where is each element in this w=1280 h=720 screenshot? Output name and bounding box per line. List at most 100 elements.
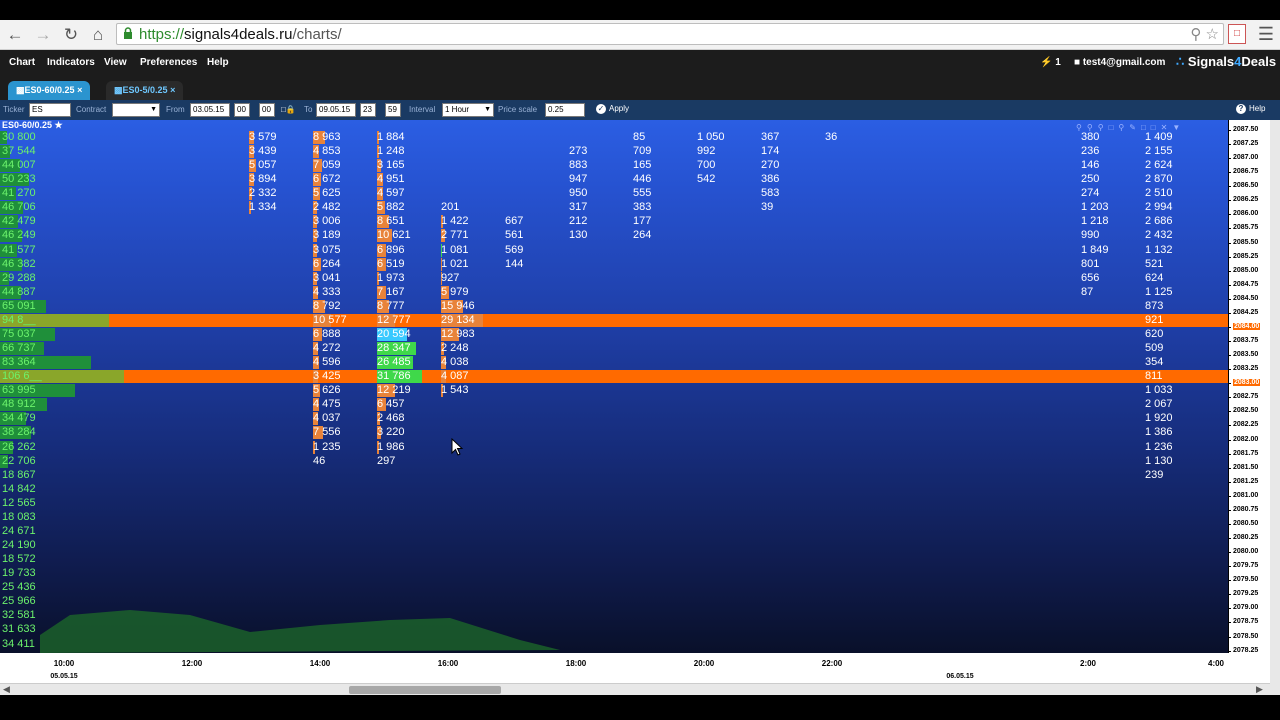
volume-profile-label: 48 912	[2, 398, 36, 411]
footprint-cell: 201	[441, 201, 459, 214]
footprint-cell: 583	[761, 187, 779, 200]
vertical-scrollbar[interactable]	[1270, 120, 1280, 695]
price-tick-label: 2081.50	[1227, 463, 1259, 471]
back-icon[interactable]: ←	[4, 24, 26, 46]
volume-profile-label: 25 436	[2, 581, 36, 594]
from-hour-input[interactable]: 00	[234, 103, 250, 117]
lock-icon	[124, 27, 132, 39]
chart-mini-toolbar[interactable]: ⚲⚲⚲□⚲✎□□✕▼	[1076, 123, 1185, 132]
price-tick-label: 2085.75	[1227, 224, 1259, 232]
reload-icon[interactable]: ↻	[60, 24, 82, 46]
footprint-cell: 297	[377, 455, 395, 468]
to-hour-input[interactable]: 23	[360, 103, 376, 117]
footprint-value: 4 596	[313, 356, 341, 369]
from-minute-input[interactable]: 00	[259, 103, 275, 117]
footprint-cell: 1 021	[441, 257, 469, 271]
footprint-cell: 1 884	[377, 131, 405, 144]
ticker-input[interactable]: ES	[29, 103, 71, 117]
apply-button[interactable]: ✓ Apply	[596, 104, 629, 114]
price-tick-label: 2082.00	[1227, 435, 1259, 443]
volume-profile-label: 22 706	[2, 454, 36, 467]
menu-chart[interactable]: Chart	[9, 57, 35, 68]
menu-indicators[interactable]: Indicators	[47, 57, 95, 68]
footprint-cell: 15 946	[441, 299, 475, 313]
volume-profile-label: 30 800	[2, 131, 36, 143]
footprint-cell: 1 125	[1145, 286, 1173, 299]
volume-profile-label: 18 867	[2, 468, 36, 481]
footprint-value: 201	[441, 201, 460, 214]
volume-profile-label: 31 633	[2, 623, 36, 636]
footprint-cell: 6 264	[313, 257, 341, 271]
footprint-cell: 8 792	[313, 299, 341, 313]
footprint-value: 1 021	[441, 257, 469, 270]
footprint-cell: 1 386	[1145, 426, 1173, 439]
close-tab-icon[interactable]: ×	[170, 85, 175, 95]
footprint-cell: 239	[1145, 469, 1163, 482]
price-tick-label: 2087.25	[1227, 140, 1259, 148]
volume-profile-label: 65 091	[2, 299, 36, 312]
tab-label: ES0-5/0.25	[122, 85, 168, 95]
to-minute-input[interactable]: 59	[385, 103, 401, 117]
forward-icon[interactable]: →	[32, 24, 54, 46]
from-date-input[interactable]: 03.05.15	[190, 103, 230, 117]
price-tick-label: 2078.50	[1227, 632, 1259, 640]
scroll-thumb[interactable]	[349, 686, 501, 694]
footprint-cell: 3 075	[313, 243, 341, 257]
signals4deals-logo: ∴ Signals4Deals	[1176, 54, 1276, 70]
footprint-cell: 1 236	[1145, 441, 1173, 454]
app-menubar: Chart Indicators View Preferences Help ⚡…	[0, 50, 1280, 78]
footprint-value: 1 334	[249, 201, 277, 214]
footprint-value: 1 386	[1145, 426, 1173, 439]
scroll-left-icon[interactable]: ◀	[3, 684, 10, 695]
price-scale-input[interactable]: 0.25	[545, 103, 585, 117]
tab-es-60[interactable]: ▩ES0-60/0.25 ×	[8, 81, 91, 100]
to-date-input[interactable]: 09.05.15	[316, 103, 356, 117]
lock-range-icon[interactable]: □🔒	[281, 105, 296, 114]
footprint-cell: 990	[1081, 229, 1099, 242]
footprint-cell: 1 422	[441, 215, 469, 229]
time-tick-label: 4:00	[1207, 659, 1225, 668]
alerts-indicator[interactable]: ⚡ 1	[1040, 57, 1061, 68]
interval-select[interactable]: 1 Hour	[442, 103, 494, 117]
time-tick-label: 20:00	[693, 659, 715, 668]
time-tick-label: 14:00	[309, 659, 331, 668]
footprint-cell: 1 920	[1145, 412, 1173, 425]
extension-icon[interactable]: □	[1228, 24, 1246, 44]
menu-help[interactable]: Help	[207, 57, 229, 68]
footprint-cell: 5 882	[377, 201, 405, 215]
footprint-cell: 521	[1145, 258, 1163, 271]
address-bar[interactable]: https://signals4deals.ru/charts/ ⚲ ☆	[116, 23, 1224, 45]
footprint-value: 12 983	[441, 327, 475, 340]
footprint-value: 144	[505, 257, 524, 270]
footprint-cell: 4 951	[377, 173, 405, 187]
footprint-cell: 3 220	[377, 426, 405, 440]
close-tab-icon[interactable]: ×	[77, 85, 82, 95]
lightning-icon: ⚡	[1040, 57, 1053, 68]
volume-profile-label: 44 887	[2, 285, 36, 298]
home-icon[interactable]: ⌂	[87, 24, 109, 46]
price-tick-label: 2084.00	[1227, 322, 1261, 330]
price-tick-label: 2084.50	[1227, 294, 1259, 302]
footprint-cell: 4 853	[313, 145, 341, 159]
user-account[interactable]: ■ test4@gmail.com	[1074, 57, 1165, 68]
footprint-value: 873	[1145, 299, 1164, 312]
contract-select[interactable]	[112, 103, 160, 117]
star-icon[interactable]: ☆	[1206, 26, 1219, 43]
from-label: From	[166, 105, 185, 114]
scroll-right-icon[interactable]: ▶	[1256, 684, 1263, 695]
menu-view[interactable]: View	[104, 57, 127, 68]
volume-profile-label: 94 8__	[2, 313, 36, 326]
browser-menu-icon[interactable]: ☰	[1256, 24, 1276, 44]
footprint-cell: 26 485	[377, 356, 413, 370]
footprint-cell: 4 596	[313, 356, 341, 370]
help-button[interactable]: ? Help	[1236, 104, 1265, 114]
footprint-value: 2 332	[249, 187, 277, 200]
footprint-chart[interactable]: 30 800 37 544 44 007 50 233 41 270 46 706 42 4…	[0, 120, 1228, 653]
search-icon[interactable]: ⚲	[1190, 26, 1201, 43]
tab-es-5[interactable]: ▩ES0-5/0.25 ×	[106, 81, 184, 100]
footprint-value: 555	[633, 187, 652, 200]
menu-preferences[interactable]: Preferences	[140, 57, 197, 68]
footprint-value: 10 577	[313, 313, 347, 326]
footprint-value: 542	[697, 173, 716, 186]
check-icon: ✓	[596, 104, 606, 114]
